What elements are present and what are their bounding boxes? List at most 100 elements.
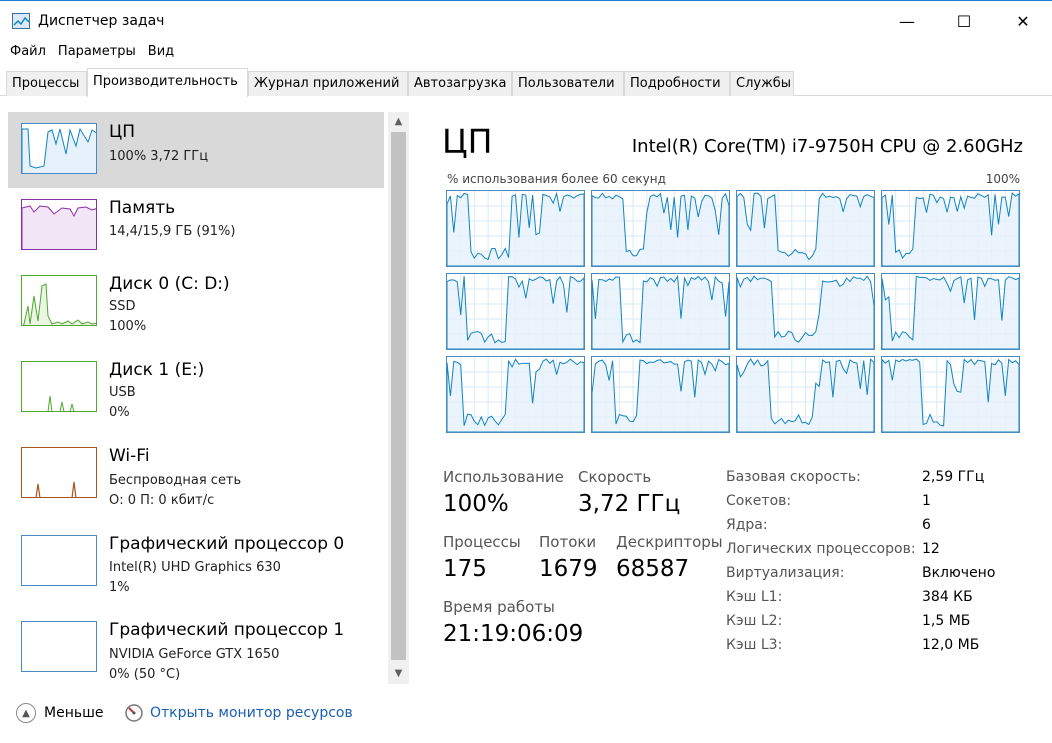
gpu-0-thumbnail-graph [21,535,97,586]
tab-services[interactable]: Службы [730,71,794,96]
logical-processor-graph [881,356,1020,433]
speed-value: 3,72 ГГц [578,491,681,517]
sidebar-item-name: Графический процессор 0 [109,534,345,554]
handles-label: Дескрипторы [616,533,723,551]
task-manager-app-icon [12,13,30,29]
spec-value: 1 [922,493,931,509]
logical-processor-graph [591,356,730,433]
handles-value: 68587 [616,556,690,582]
sidebar-item-name: Диск 0 (C: D:) [109,274,230,294]
tab-app-history[interactable]: Журнал приложений [248,71,408,96]
sidebar-item-disk-0[interactable]: Диск 0 (C: D:) SSD 100% [8,264,384,340]
spec-value: 2,59 ГГц [922,469,985,485]
sidebar-item-name: Диск 1 (E:) [109,360,205,380]
graph-caption: % использования более 60 секунд [447,172,666,186]
logical-processor-graph [591,190,730,267]
logical-processor-graph [881,190,1020,267]
title-bar: Диспетчер задач — ☐ ✕ [0,0,1052,41]
graph-max-label: 100% [985,172,1020,186]
sidebar-item-usage: 1% [109,580,130,595]
spec-label: Кэш L3: [726,637,783,653]
spec-label: Кэш L1: [726,589,783,605]
tab-bar: Процессы Производительность Журнал прило… [0,68,1052,97]
sidebar-item-name: ЦП [109,122,135,142]
resource-monitor-icon [124,703,144,723]
spec-label: Виртуализация: [726,565,845,581]
uptime-label: Время работы [443,598,555,616]
processes-label: Процессы [443,533,521,551]
logical-processor-graph [446,190,585,267]
spec-label: Кэш L2: [726,613,783,629]
spec-label: Базовая скорость: [726,469,861,485]
usage-label: Использование [443,468,564,486]
cpu-model-name: Intel(R) Core(TM) i7-9750H CPU @ 2.60GHz [631,136,1023,157]
tab-processes[interactable]: Процессы [6,71,87,96]
sidebar-item-detail: NVIDIA GeForce GTX 1650 [109,647,280,662]
window-title: Диспетчер задач [38,13,165,29]
speed-label: Скорость [578,468,652,486]
spec-value: 6 [922,517,931,533]
sidebar-scrollbar[interactable]: ▲ ▼ [388,112,409,684]
minimize-button[interactable]: — [884,1,930,41]
fewer-details-button[interactable]: Меньше [44,705,104,721]
spec-value: 12,0 МБ [922,637,980,653]
spec-value: 1,5 МБ [922,613,971,629]
logical-processor-graph [591,273,730,350]
tab-users[interactable]: Пользователи [512,71,624,96]
sidebar-item-detail: 100% 3,72 ГГц [109,149,209,164]
logical-processor-graphs [446,190,1020,433]
wifi-thumbnail-graph [21,447,97,498]
sidebar-item-gpu-1[interactable]: Графический процессор 1 NVIDIA GeForce G… [8,610,384,684]
threads-label: Потоки [539,533,597,551]
disk-1-thumbnail-graph [21,361,97,412]
sidebar-item-throughput: О: 0 П: 0 кбит/с [109,493,215,508]
chevron-up-icon[interactable]: ▲ [16,703,36,723]
sidebar-item-detail: 14,4/15,9 ГБ (91%) [109,224,236,239]
tab-performance[interactable]: Производительность [87,68,248,97]
page-title: ЦП [442,122,493,161]
menu-options[interactable]: Параметры [52,41,142,65]
scroll-up-arrow-icon[interactable]: ▲ [388,112,409,130]
logical-processor-graph [446,273,585,350]
uptime-value: 21:19:06:09 [443,621,584,647]
scrollbar-thumb[interactable] [391,132,406,660]
sidebar-item-gpu-0[interactable]: Графический процессор 0 Intel(R) UHD Gra… [8,524,384,600]
disk-0-thumbnail-graph [21,275,97,326]
cpu-thumbnail-graph [21,123,97,174]
logical-processor-graph [881,273,1020,350]
gpu-1-thumbnail-graph [21,621,97,672]
logical-processor-graph [736,273,875,350]
sidebar-item-wifi[interactable]: Wi-Fi Беспроводная сеть О: 0 П: 0 кбит/с [8,436,384,512]
sidebar-item-name: Графический процессор 1 [109,620,345,640]
open-resource-monitor-link[interactable]: Открыть монитор ресурсов [150,705,353,721]
sidebar-item-usage: 0% (50 °C) [109,667,181,682]
menu-file[interactable]: Файл [4,41,52,65]
sidebar-item-name: Wi-Fi [109,446,150,466]
spec-label: Логических процессоров: [726,541,916,557]
spec-value: Включено [922,565,996,581]
logical-processor-graph [446,356,585,433]
menu-bar: Файл Параметры Вид [0,41,1052,65]
sidebar-item-disk-1[interactable]: Диск 1 (E:) USB 0% [8,350,384,426]
usage-value: 100% [443,491,509,517]
spec-label: Ядра: [726,517,768,533]
sidebar-item-detail: USB [109,385,136,400]
close-button[interactable]: ✕ [1000,1,1046,41]
sidebar-item-cpu[interactable]: ЦП 100% 3,72 ГГц [8,112,384,188]
spec-value: 384 КБ [922,589,973,605]
sidebar-item-usage: 0% [109,405,130,420]
sidebar-item-detail: Intel(R) UHD Graphics 630 [109,560,281,575]
logical-processor-graph [736,190,875,267]
processes-value: 175 [443,556,487,582]
footer-bar: ▲ Меньше Открыть монитор ресурсов [0,690,1052,743]
sidebar-item-memory[interactable]: Память 14,4/15,9 ГБ (91%) [8,188,384,264]
sidebar-item-name: Память [109,198,176,218]
logical-processor-graph [736,356,875,433]
tab-details[interactable]: Подробности [624,71,730,96]
spec-label: Сокетов: [726,493,792,509]
scroll-down-arrow-icon[interactable]: ▼ [388,664,409,682]
sidebar-item-detail: Беспроводная сеть [109,473,242,488]
maximize-button[interactable]: ☐ [941,1,987,41]
tab-startup[interactable]: Автозагрузка [408,71,512,96]
menu-view[interactable]: Вид [142,41,180,65]
